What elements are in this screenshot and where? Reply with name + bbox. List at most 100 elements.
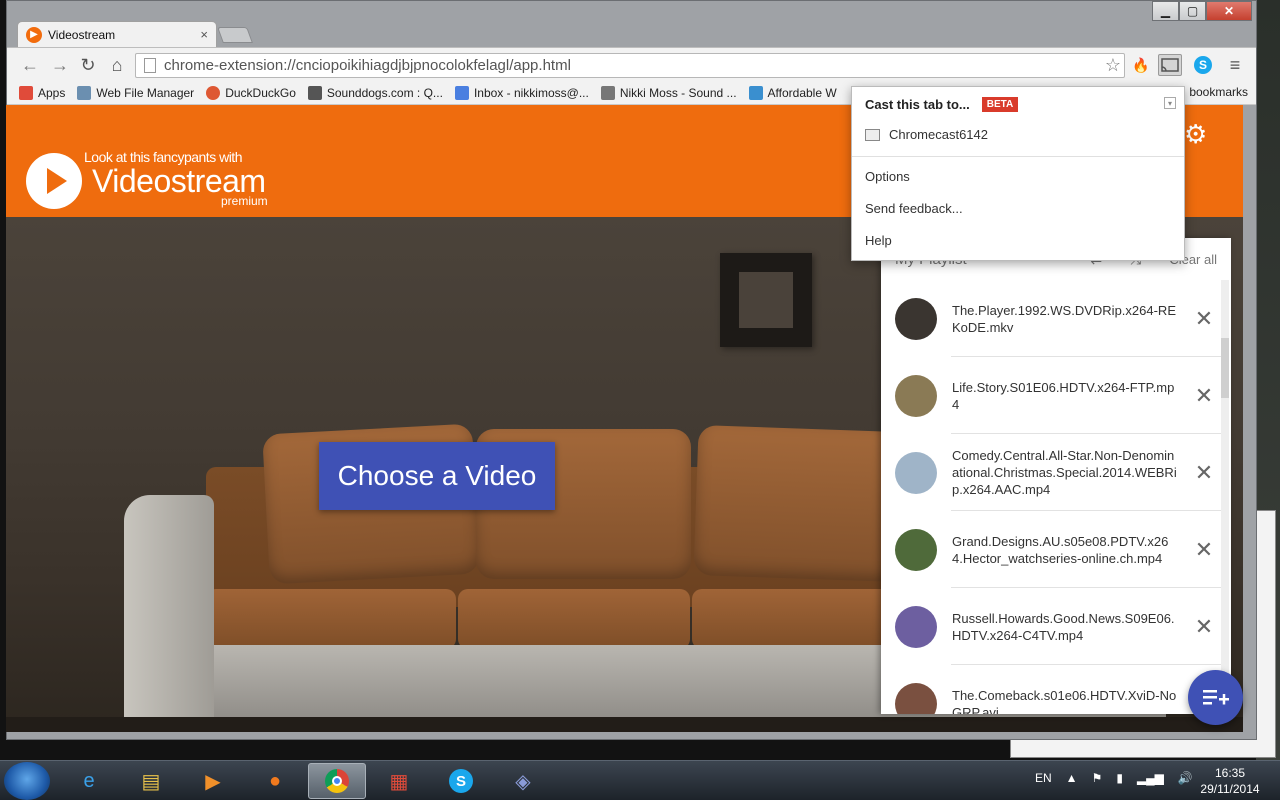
video-thumbnail [895,297,937,340]
firefox-icon[interactable]: ● [246,763,304,799]
video-thumbnail [895,451,937,494]
cast-title: Cast this tab to... [865,97,970,112]
bookmark-apps[interactable]: Apps [19,85,65,100]
sofa-seat [206,589,456,649]
video-thumbnail [895,528,937,571]
floor [6,717,1243,732]
help-menu-item[interactable]: Help [865,233,892,248]
video-filename: Comedy.Central.All-Star.Non-Denomination… [952,448,1177,497]
cast-icon[interactable] [1158,54,1182,76]
videostream-favicon-icon: ▶ [26,26,42,43]
sofa-arm [124,495,214,725]
new-tab-button[interactable] [217,27,253,43]
skype-icon[interactable]: S [432,763,490,799]
affordable-icon [748,85,763,100]
clock-time: 16:35 [1214,766,1246,780]
bookmark-affordable[interactable]: Affordable W [748,85,837,100]
tab-videostream[interactable]: ▶ Videostream × [17,21,217,47]
browser-toolbar: ← → ↻ ⌂ chrome-extension://cnciopoikihia… [7,47,1256,81]
cast-dropdown: Cast this tab to... BETA ▾ Chromecast614… [851,86,1185,261]
cast-device-icon [865,128,880,141]
cast-device-name: Chromecast6142 [889,127,988,142]
bookmark-sounddogs[interactable]: Sounddogs.com : Q... [307,85,443,100]
app-icon[interactable]: ◈ [494,763,552,799]
video-filename: The.Comeback.s01e06.HDTV.XviD-NoGRP.avi [952,687,1177,715]
internet-explorer-icon[interactable]: e [60,763,118,799]
settings-gear-icon[interactable]: ⚙ [1184,119,1207,150]
tray-arrow-icon[interactable]: ▲ [1066,771,1078,785]
video-filename: The.Player.1992.WS.DVDRip.x264-REKoDE.mk… [952,302,1176,335]
language-indicator[interactable]: EN [1035,771,1052,785]
page-icon [144,58,156,73]
cast-device-chromecast[interactable]: Chromecast6142 [865,127,988,142]
chrome-icon[interactable] [308,763,366,799]
taskbar: e ▤ ▶ ● ▦ S ◈ EN ▲ ⚑ ▮ ▂▄▆ 🔊 16:35 29/11… [0,760,1280,800]
beta-badge: BETA [981,97,1019,112]
remove-item-icon[interactable]: ✕ [1189,383,1219,409]
playlist-item[interactable]: Life.Story.S01E06.HDTV.x264-FTP.mp4 ✕ [881,357,1221,434]
bookmark-star-icon[interactable]: ☆ [1102,55,1124,76]
forward-button[interactable]: → [49,54,71,76]
close-window-button[interactable]: ✕ [1206,1,1252,21]
options-menu-item[interactable]: Options [865,169,910,184]
video-filename: Russell.Howards.Good.News.S09E06.HDTV.x2… [952,610,1175,643]
remove-item-icon[interactable]: ✕ [1189,614,1219,640]
system-clock[interactable]: 16:35 29/11/2014 [1190,765,1270,797]
playlist-item[interactable]: The.Player.1992.WS.DVDRip.x264-REKoDE.mk… [881,280,1221,357]
video-thumbnail [895,374,937,417]
skype-extension-icon[interactable]: S [1191,54,1215,76]
power-icon[interactable]: ▮ [1116,771,1123,785]
home-button[interactable]: ⌂ [106,54,128,76]
action-center-flag-icon[interactable]: ⚑ [1092,771,1103,785]
menu-divider [852,156,1184,157]
fire-extension-icon[interactable]: 🔥 [1129,54,1153,76]
remove-item-icon[interactable]: ✕ [1189,460,1219,486]
cast-header: Cast this tab to... BETA [865,97,1019,112]
bookmark-duckduckgo[interactable]: DuckDuckGo [206,85,296,100]
playlist-panel: My Playlist ⇄ ⤨ Clear all The.Player.199… [881,238,1231,714]
window-controls: ▁ ▢ ✕ [1152,1,1252,21]
back-button[interactable]: ← [19,54,41,76]
send-feedback-menu-item[interactable]: Send feedback... [865,201,963,216]
title-bar: ▶ Videostream × ▁ ▢ ✕ [7,1,1256,47]
video-filename: Life.Story.S01E06.HDTV.x264-FTP.mp4 [952,379,1175,412]
playlist-scroll-thumb[interactable] [1221,338,1229,398]
apps-launcher-icon[interactable]: ▦ [370,763,428,799]
network-icon[interactable]: ▂▄▆ [1137,771,1164,785]
play-logo-icon [47,168,67,194]
playlist-add-icon [1202,689,1229,704]
clock-date: 29/11/2014 [1200,782,1260,796]
sofa-seat [458,589,690,649]
duckduckgo-icon [206,85,221,100]
playlist-item[interactable]: The.Comeback.s01e06.HDTV.XviD-NoGRP.avi [881,665,1221,714]
playlist-item[interactable]: Grand.Designs.AU.s05e08.PDTV.x264.Hector… [881,511,1221,588]
bookmark-web-file-manager[interactable]: Web File Manager [77,85,194,100]
remove-item-icon[interactable]: ✕ [1189,537,1219,563]
reload-button[interactable]: ↻ [77,54,99,76]
web-file-manager-icon [77,85,92,100]
other-bookmarks[interactable]: bookmarks [1189,85,1248,99]
address-bar[interactable]: chrome-extension://cnciopoikihiagdjbjpno… [135,53,1125,78]
bookmark-inbox[interactable]: Inbox - nikkimoss@... [454,85,589,100]
media-player-icon[interactable]: ▶ [184,763,242,799]
playlist-item[interactable]: Russell.Howards.Good.News.S09E06.HDTV.x2… [881,588,1221,665]
file-explorer-icon[interactable]: ▤ [122,763,180,799]
chrome-menu-icon[interactable]: ≡ [1223,54,1247,76]
choose-video-button[interactable]: Choose a Video [319,442,555,510]
remove-item-icon[interactable]: ✕ [1189,306,1219,332]
start-button[interactable] [4,762,50,800]
sounddogs-icon [307,85,322,100]
collapse-icon[interactable]: ▾ [1164,97,1176,109]
url-text[interactable]: chrome-extension://cnciopoikihiagdjbjpno… [164,57,1102,74]
google-icon [454,85,469,100]
playlist-item[interactable]: Comedy.Central.All-Star.Non-Denomination… [881,434,1221,511]
video-filename: Grand.Designs.AU.s05e08.PDTV.x264.Hector… [952,533,1169,566]
tab-close-icon[interactable]: × [200,27,208,42]
logo-premium: premium [221,194,268,208]
minimize-button[interactable]: ▁ [1152,1,1179,21]
soundcloud-icon [600,85,615,100]
wall-frame-inner [739,272,793,328]
bookmark-nikki-moss[interactable]: Nikki Moss - Sound ... [600,85,737,100]
add-to-playlist-button[interactable] [1188,670,1243,725]
maximize-button[interactable]: ▢ [1179,1,1206,21]
